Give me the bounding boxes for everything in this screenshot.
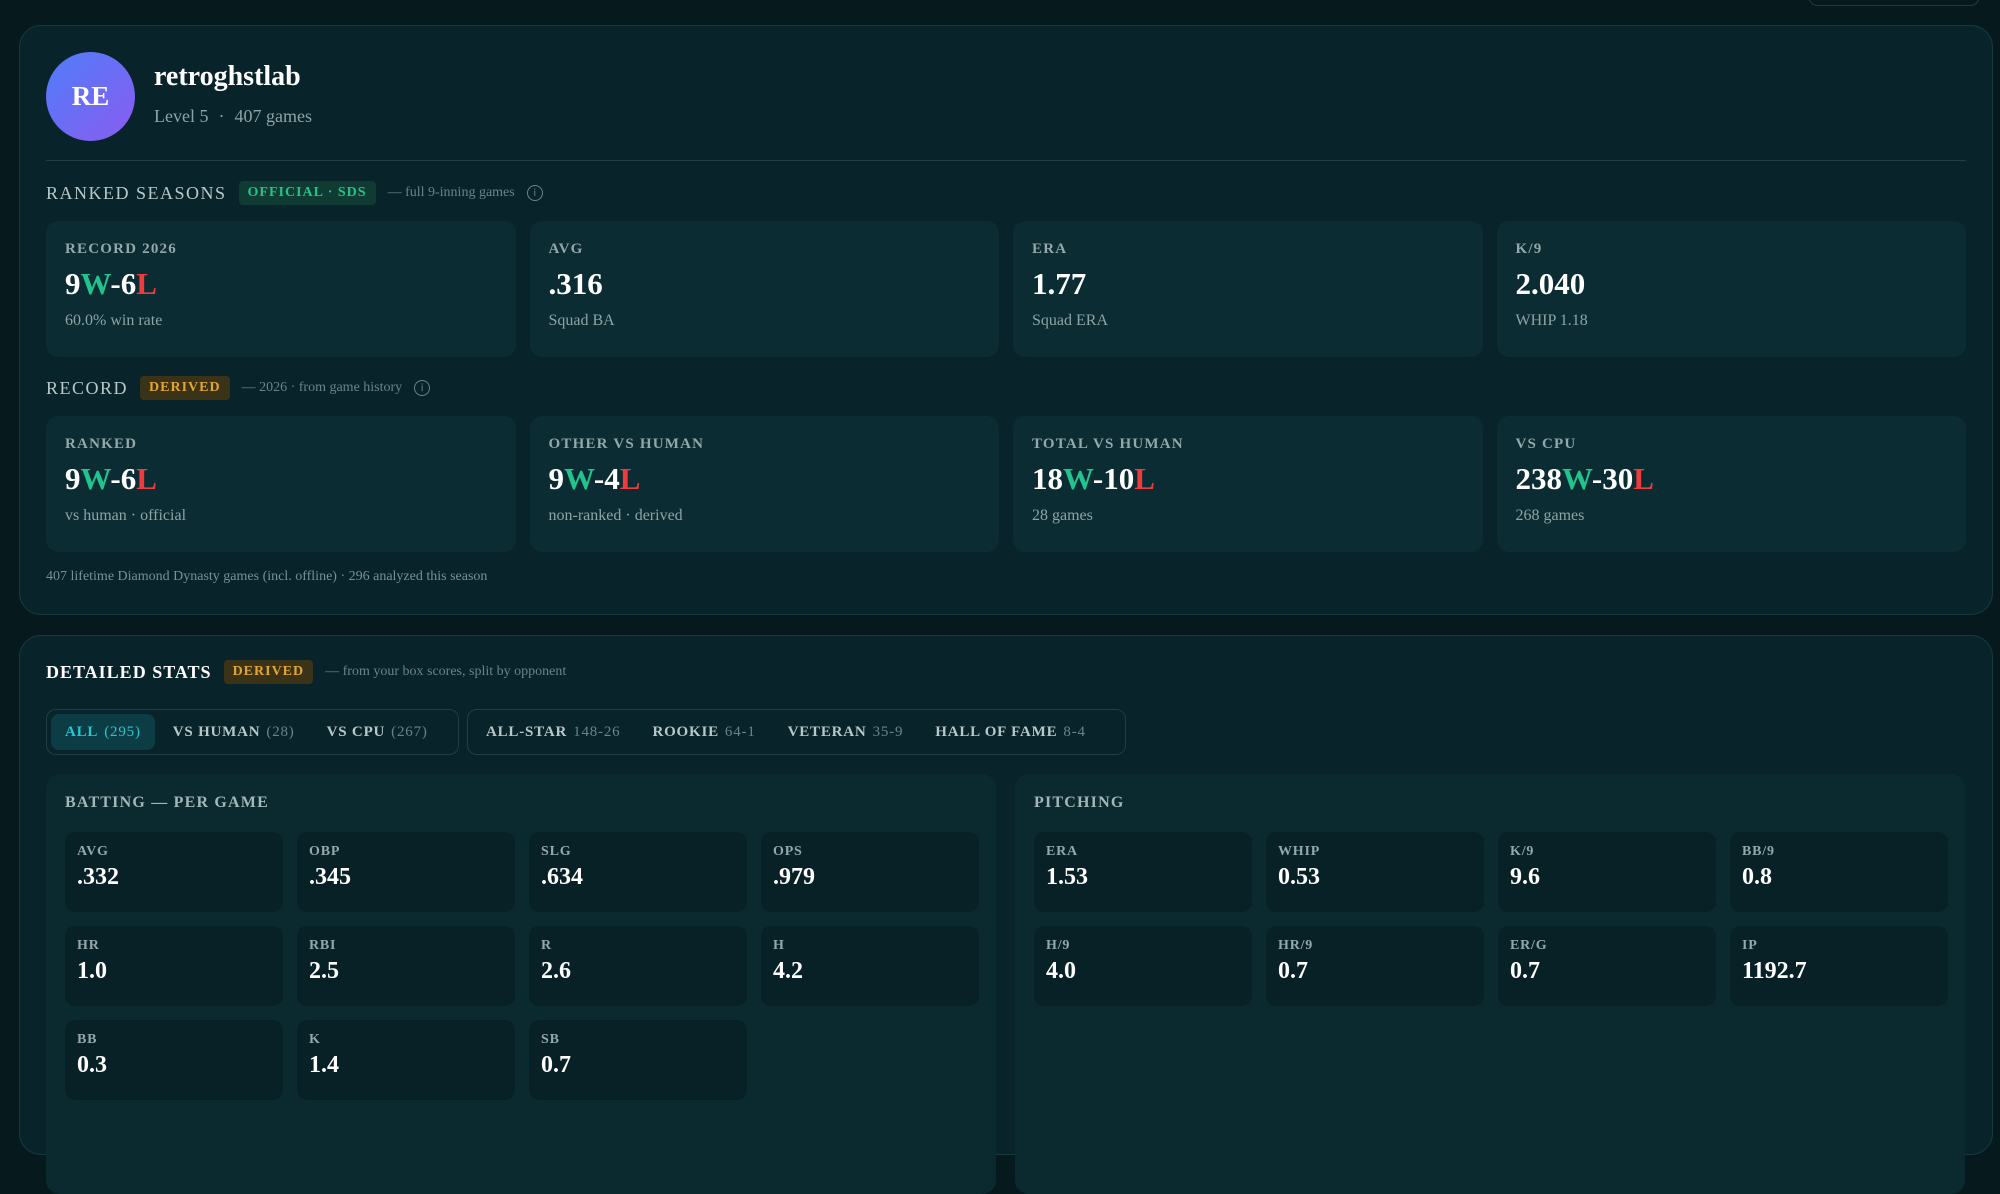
stat-label: RECORD 2026 — [65, 241, 177, 257]
stat-value: 238W-30L — [1515, 461, 1654, 496]
stat-sub: 268 games — [1515, 507, 1585, 524]
stat-cell-r: R 2.6 — [529, 926, 747, 1006]
stat-cell-sb: SB 0.7 — [529, 1020, 747, 1100]
top-menu-button[interactable] — [1808, 0, 1980, 6]
stat-card-vs-cpu: VS CPU 238W-30L 268 games — [1496, 416, 1966, 552]
stat-value: .316 — [548, 266, 603, 301]
profile-card: RE retroghstlab Level 5 · 407 games RANKED… — [19, 25, 1993, 615]
tab-vs-human[interactable]: VS HUMAN (28) — [159, 714, 309, 750]
divider — [46, 160, 1966, 161]
official-badge: OFFICIAL · SDS — [238, 181, 376, 205]
record-row: RANKED 9W-6L vs human · official OTHER V… — [46, 416, 1966, 552]
section-title: DETAILED STATS — [46, 661, 212, 682]
ranked-seasons-header: RANKED SEASONS OFFICIAL · SDS — full 9-i… — [46, 181, 543, 205]
avatar: RE — [46, 52, 135, 141]
section-title: RECORD — [46, 377, 129, 398]
stat-card-avg: AVG .316 Squad BA — [529, 221, 999, 357]
stat-sub: non-ranked · derived — [548, 507, 683, 524]
stat-cell-whip: WHIP 0.53 — [1266, 832, 1484, 912]
stat-cell-hr: HR 1.0 — [65, 926, 283, 1006]
tier-filter-tabs: ALL-STAR 148-26 ROOKIE 64-1 VETERAN 35-9 HA… — [467, 709, 1126, 755]
section-note: — full 9-inning games — [387, 185, 515, 200]
stat-cell-bb9: BB/9 0.8 — [1730, 832, 1948, 912]
stat-cell-obp: OBP .345 — [297, 832, 515, 912]
stat-card-ranked: RANKED 9W-6L vs human · official — [46, 416, 516, 552]
stat-label: AVG — [548, 241, 584, 257]
stat-label: RANKED — [65, 436, 138, 452]
stat-sub: 60.0% win rate — [65, 312, 163, 329]
derived-badge: DERIVED — [223, 660, 314, 684]
stat-value: 9W-6L — [65, 461, 157, 496]
pitching-panel: PITCHING ERA 1.53 WHIP 0.53 K/9 9.6 BB/9 0.8… — [1015, 774, 1965, 1194]
user-games: 407 games — [234, 106, 312, 126]
tab-all-star[interactable]: ALL-STAR 148-26 — [472, 714, 634, 750]
stat-cell-bb: BB 0.3 — [65, 1020, 283, 1100]
detailed-stats-card: DETAILED STATS DERIVED — from your box s… — [19, 635, 1993, 1194]
stat-cell-h: H 4.2 — [761, 926, 979, 1006]
stat-card-other-vs-human: OTHER VS HUMAN 9W-4L non-ranked · derive… — [529, 416, 999, 552]
tab-veteran[interactable]: VETERAN 35-9 — [774, 714, 918, 750]
stat-cell-k: K 1.4 — [297, 1020, 515, 1100]
section-title: RANKED SEASONS — [46, 182, 227, 203]
username: retroghstlab — [154, 61, 301, 92]
stat-value: 2.040 — [1515, 266, 1586, 301]
pitching-grid: ERA 1.53 WHIP 0.53 K/9 9.6 BB/9 0.8 H/9 4.0 H… — [1034, 832, 1948, 1006]
stat-cell-rbi: RBI 2.5 — [297, 926, 515, 1006]
ranked-seasons-row: RECORD 2026 9W-6L 60.0% win rate AVG .31… — [46, 221, 1966, 357]
tab-rookie[interactable]: ROOKIE 64-1 — [638, 714, 769, 750]
batting-panel: BATTING — PER GAME AVG .332 OBP .345 SLG .6… — [46, 774, 996, 1194]
stat-cell-ip: IP 1192.7 — [1730, 926, 1948, 1006]
stat-cell-ops: OPS .979 — [761, 832, 979, 912]
stat-sub: 28 games — [1032, 507, 1093, 524]
stat-label: VS CPU — [1515, 436, 1577, 452]
stat-sub: Squad ERA — [1032, 312, 1108, 329]
stat-cell-h9: H/9 4.0 — [1034, 926, 1252, 1006]
section-note: — from your box scores, split by opponen… — [325, 664, 567, 679]
stat-value: 9W-6L — [65, 266, 157, 301]
batting-grid: AVG .332 OBP .345 SLG .634 OPS .979 HR 1.0 RB… — [65, 832, 979, 1100]
tab-hall-of-fame[interactable]: HALL OF FAME 8-4 — [921, 714, 1100, 750]
stat-cell-k9: K/9 9.6 — [1498, 832, 1716, 912]
stat-cell-erg: ER/G 0.7 — [1498, 926, 1716, 1006]
panel-title: BATTING — PER GAME — [65, 794, 269, 811]
record-header: RECORD DERIVED — 2026 · from game histor… — [46, 376, 431, 400]
user-meta: Level 5 · 407 games — [154, 106, 312, 127]
detailed-stats-header: DETAILED STATS DERIVED — from your box s… — [46, 660, 566, 684]
stat-value: 1.77 — [1032, 266, 1087, 301]
stat-cell-slg: SLG .634 — [529, 832, 747, 912]
meta-separator: · — [218, 106, 225, 126]
stat-sub: Squad BA — [548, 312, 615, 329]
stat-label: OTHER VS HUMAN — [548, 436, 705, 452]
info-icon[interactable]: i — [526, 185, 543, 201]
stat-card-record: RECORD 2026 9W-6L 60.0% win rate — [46, 221, 516, 357]
tab-vs-cpu[interactable]: VS CPU (267) — [313, 714, 442, 750]
stat-label: ERA — [1032, 241, 1068, 257]
user-level: Level 5 — [154, 106, 209, 126]
stat-card-total-vs-human: TOTAL VS HUMAN 18W-10L 28 games — [1013, 416, 1483, 552]
stat-card-k9: K/9 2.040 WHIP 1.18 — [1496, 221, 1966, 357]
stat-value: 9W-4L — [548, 461, 641, 496]
stat-cell-era: ERA 1.53 — [1034, 832, 1252, 912]
info-icon[interactable]: i — [414, 380, 431, 396]
footnote: 407 lifetime Diamond Dynasty games (incl… — [46, 569, 488, 584]
stat-sub: vs human · official — [65, 507, 187, 524]
stat-label: K/9 — [1515, 241, 1543, 257]
section-note: — 2026 · from game history — [241, 380, 403, 395]
tab-all[interactable]: ALL (295) — [51, 714, 155, 750]
stat-cell-avg: AVG .332 — [65, 832, 283, 912]
derived-badge: DERIVED — [140, 376, 230, 400]
panel-title: PITCHING — [1034, 794, 1125, 811]
stat-label: TOTAL VS HUMAN — [1032, 436, 1184, 452]
stat-value: 18W-10L — [1032, 461, 1155, 496]
stat-sub: WHIP 1.18 — [1515, 312, 1588, 329]
stat-card-era: ERA 1.77 Squad ERA — [1013, 221, 1483, 357]
opponent-filter-tabs: ALL (295) VS HUMAN (28) VS CPU (267) — [46, 709, 459, 755]
stat-cell-hr9: HR/9 0.7 — [1266, 926, 1484, 1006]
